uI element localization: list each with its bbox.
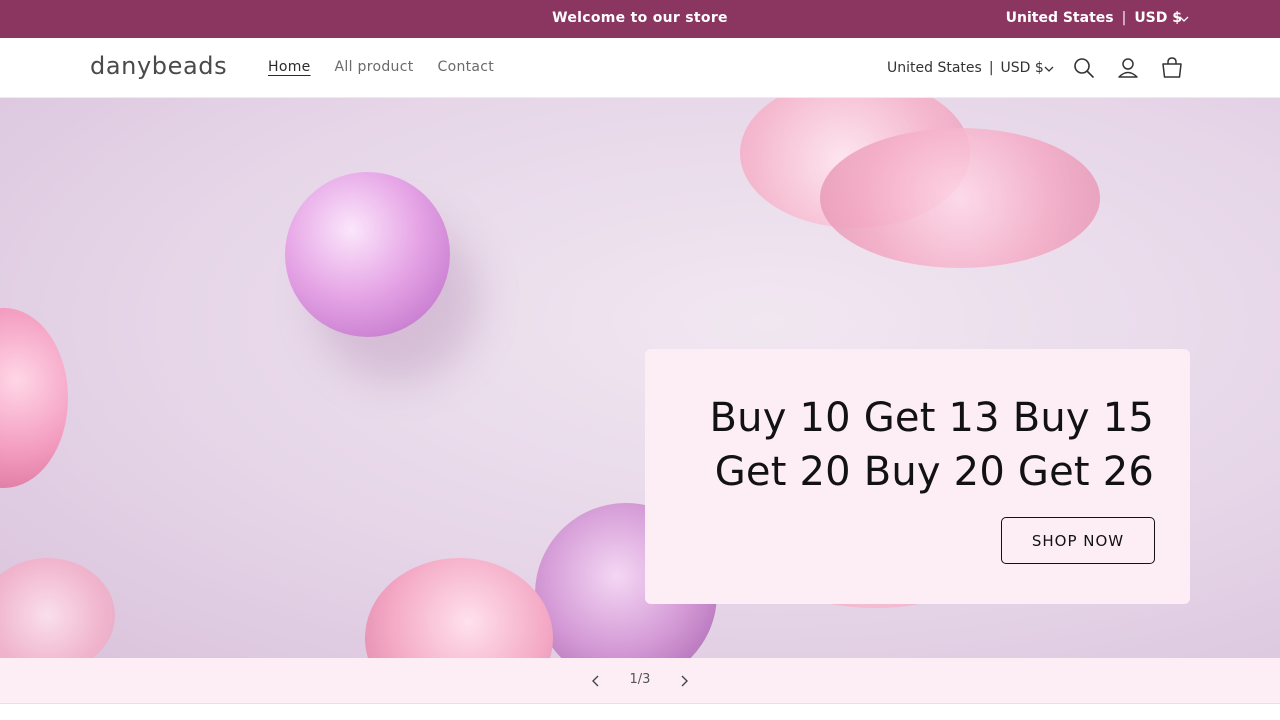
- chevron-down-icon[interactable]: [1043, 63, 1055, 75]
- shop-now-button[interactable]: SHOP NOW: [1001, 517, 1155, 564]
- bead-illustration: [0, 308, 68, 488]
- slide-counter: 1/3: [629, 672, 651, 687]
- hero-content-card: Buy 10 Get 13 Buy 15 Get 20 Buy 20 Get 2…: [645, 349, 1190, 604]
- announcement-currency: USD $: [1134, 10, 1182, 26]
- bead-illustration: [365, 558, 553, 658]
- locale-currency: USD $: [1000, 60, 1044, 76]
- locale-selector[interactable]: United States | USD $: [887, 60, 1044, 76]
- announcement-country: United States: [1005, 10, 1114, 26]
- locale-country: United States: [887, 60, 982, 76]
- announcement-bar: Welcome to our store United States | USD…: [0, 0, 1280, 38]
- bead-illustration: [820, 128, 1100, 268]
- bead-illustration: [0, 558, 115, 658]
- nav-item-home[interactable]: Home: [268, 59, 311, 75]
- hero-heading: Buy 10 Get 13 Buy 15 Get 20 Buy 20 Get 2…: [709, 395, 1154, 495]
- cart-icon[interactable]: [1159, 55, 1185, 81]
- nav-item-all-product[interactable]: All product: [335, 59, 414, 75]
- slideshow-controls: 1/3: [0, 658, 1280, 704]
- main-nav: Home All product Contact: [268, 59, 494, 75]
- hero-banner: Buy 10 Get 13 Buy 15 Get 20 Buy 20 Get 2…: [0, 98, 1280, 658]
- store-logo[interactable]: danybeads: [90, 52, 227, 80]
- nav-item-contact[interactable]: Contact: [438, 59, 495, 75]
- announcement-separator: |: [1121, 10, 1127, 26]
- chevron-down-icon[interactable]: [1178, 13, 1190, 25]
- bead-illustration: [285, 172, 450, 337]
- search-icon[interactable]: [1071, 55, 1097, 81]
- chevron-left-icon[interactable]: [588, 673, 604, 689]
- account-icon[interactable]: [1115, 55, 1141, 81]
- locale-separator: |: [988, 60, 994, 76]
- site-header: danybeads Home All product Contact Unite…: [0, 38, 1280, 98]
- announcement-locale-selector[interactable]: United States | USD $: [1006, 10, 1182, 26]
- chevron-right-icon[interactable]: [676, 673, 692, 689]
